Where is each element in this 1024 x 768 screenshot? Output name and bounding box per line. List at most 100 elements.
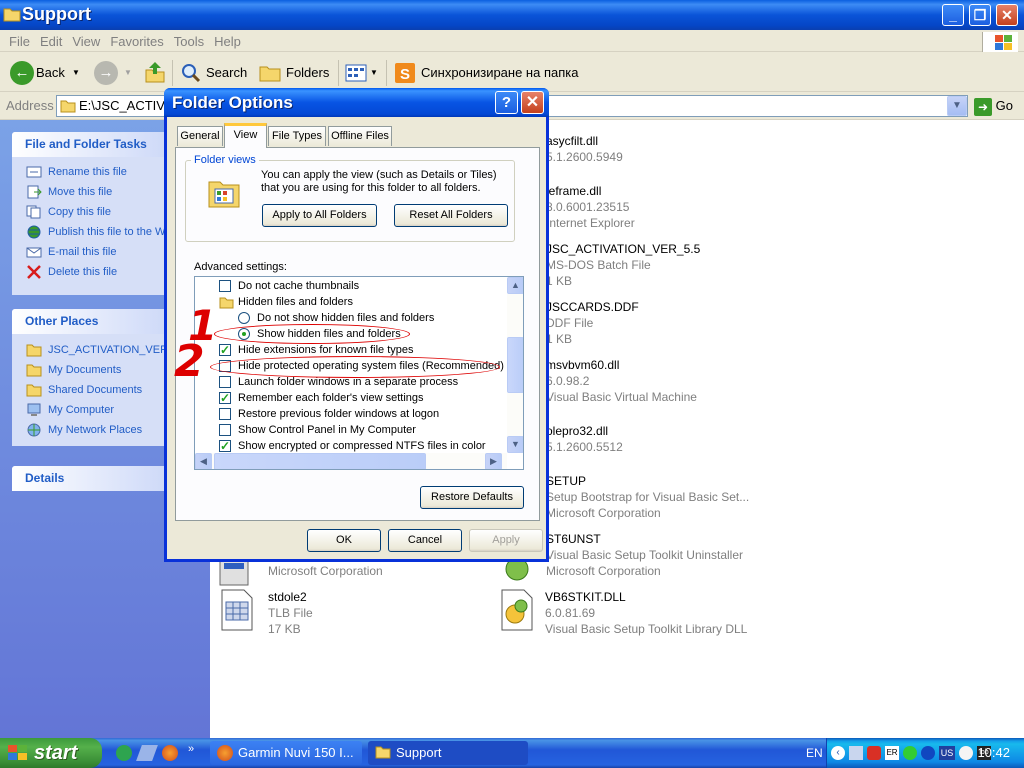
maximize-button[interactable]: ❐ xyxy=(969,4,991,26)
checkbox[interactable] xyxy=(219,408,231,420)
tab-offline-files[interactable]: Offline Files xyxy=(328,126,392,146)
file-detail: 5.1.2600.5949 xyxy=(546,150,623,164)
tray-expand-icon[interactable]: ‹ xyxy=(831,746,845,760)
file-item[interactable]: SETUP Setup Bootstrap for Visual Basic Se… xyxy=(546,473,749,521)
views-icon xyxy=(345,64,367,82)
go-button[interactable]: ➜ Go xyxy=(974,96,1013,116)
sync-folder-button[interactable]: S Синхронизиране на папка xyxy=(394,60,584,86)
restore-defaults-button[interactable]: Restore Defaults xyxy=(420,486,524,509)
checkbox[interactable] xyxy=(219,438,231,454)
network-icon xyxy=(27,423,41,437)
up-folder-button[interactable] xyxy=(144,60,168,86)
vertical-scrollbar[interactable]: ▲ ▼ xyxy=(507,277,523,453)
file-item[interactable]: asycfilt.dll 5.1.2600.5949 xyxy=(546,133,623,165)
scroll-up-arrow-icon[interactable]: ▲ xyxy=(507,277,523,294)
tray-shield-icon[interactable] xyxy=(867,746,881,760)
file-name: stdole2 xyxy=(268,590,307,604)
folder-icon xyxy=(26,384,42,397)
folders-button[interactable]: Folders xyxy=(258,60,334,86)
language-indicator[interactable]: EN xyxy=(806,746,823,760)
cancel-button[interactable]: Cancel xyxy=(388,529,462,552)
tray-opera-icon[interactable] xyxy=(959,746,973,760)
menu-tools[interactable]: Tools xyxy=(169,30,209,49)
file-item[interactable]: JSCCARDS.DDF DDF File 1 KB xyxy=(546,299,639,347)
menu-view[interactable]: View xyxy=(67,30,105,49)
radio-button[interactable] xyxy=(238,312,250,324)
apply-button: Apply xyxy=(469,529,543,552)
folder-icon xyxy=(26,344,42,357)
forward-button[interactable]: → ▼ xyxy=(92,60,132,86)
minimize-button[interactable]: _ xyxy=(942,4,964,26)
quicklaunch-more-icon[interactable]: » xyxy=(188,743,194,755)
ok-button[interactable]: OK xyxy=(307,529,381,552)
tab-view[interactable]: View xyxy=(224,123,267,148)
email-icon xyxy=(26,247,42,258)
menu-file[interactable]: File xyxy=(0,30,35,49)
close-button[interactable]: ✕ xyxy=(996,4,1018,26)
file-item[interactable]: Microsoft Corporation xyxy=(268,563,383,579)
dialog-title: Folder Options xyxy=(164,88,549,117)
dll-file-icon xyxy=(501,589,533,631)
checkbox[interactable] xyxy=(219,424,231,436)
taskbar-task-garmin[interactable]: Garmin Nuvi 150 I... xyxy=(210,741,362,765)
file-name: olepro32.dll xyxy=(546,424,609,438)
checkbox[interactable] xyxy=(219,376,231,388)
chevron-down-icon[interactable]: ▼ xyxy=(72,60,80,86)
checkbox[interactable] xyxy=(219,390,231,406)
file-item[interactable]: olepro32.dll 5.1.2600.5512 xyxy=(546,423,623,455)
dialog-close-button[interactable]: ✕ xyxy=(521,91,544,114)
link-label: JSC_ACTIVATION_VER_ xyxy=(48,344,175,356)
chevron-down-icon: ▼ xyxy=(370,68,378,77)
windows-logo-icon xyxy=(982,32,1018,52)
file-detail: Microsoft Corporation xyxy=(546,564,661,578)
file-detail: TLB File xyxy=(268,606,313,620)
scroll-thumb[interactable] xyxy=(507,337,523,393)
tab-file-types[interactable]: File Types xyxy=(268,126,326,146)
folder-views-description: You can apply the view (such as Details … xyxy=(261,169,497,194)
file-item[interactable]: VB6STKIT.DLL 6.0.81.69 Visual Basic Setup … xyxy=(545,589,747,637)
quicklaunch-utorrent-icon[interactable] xyxy=(116,745,132,761)
menu-help[interactable]: Help xyxy=(209,30,246,49)
checkbox[interactable] xyxy=(219,280,231,292)
address-dropdown-button[interactable]: ▼ xyxy=(947,96,967,116)
tray-network-icon[interactable] xyxy=(849,746,863,760)
file-item[interactable]: stdole2 TLB File 17 KB xyxy=(268,589,313,637)
link-label: Copy this file xyxy=(48,206,111,218)
start-button[interactable]: start xyxy=(0,738,102,768)
firefox-icon xyxy=(217,745,233,761)
clock: 10:42 xyxy=(977,745,1010,760)
file-item[interactable]: JSC_ACTIVATION_VER_5.5 MS-DOS Batch File 1… xyxy=(546,241,700,289)
file-item[interactable]: msvbvm60.dll 6.0.98.2 Visual Basic Virtual… xyxy=(546,357,697,405)
scroll-right-arrow-icon[interactable]: ▶ xyxy=(485,453,502,469)
menu-favorites[interactable]: Favorites xyxy=(105,30,168,49)
quicklaunch-firefox-icon[interactable] xyxy=(162,745,178,761)
apply-to-all-folders-button[interactable]: Apply to All Folders xyxy=(262,204,377,227)
file-item[interactable]: ieframe.dll 8.0.6001.23515 Internet Explor… xyxy=(546,183,635,231)
tray-bluetooth-icon[interactable] xyxy=(921,746,935,760)
checkbox[interactable] xyxy=(219,342,231,358)
link-label: My Network Places xyxy=(48,424,143,436)
help-button[interactable]: ? xyxy=(495,91,518,114)
views-button[interactable]: ▼ xyxy=(345,60,381,86)
menu-edit[interactable]: Edit xyxy=(35,30,67,49)
taskbar-task-support[interactable]: Support xyxy=(368,741,528,765)
scroll-down-arrow-icon[interactable]: ▼ xyxy=(507,436,523,453)
file-name: msvbvm60.dll xyxy=(546,358,620,372)
tray-utorrent-icon[interactable] xyxy=(903,746,917,760)
search-button[interactable]: Search xyxy=(180,60,250,86)
scroll-left-arrow-icon[interactable]: ◀ xyxy=(195,453,212,469)
file-item[interactable]: ST6UNST Visual Basic Setup Toolkit Uninst… xyxy=(546,531,743,579)
taskbar: start » Garmin Nuvi 150 I... Support EN … xyxy=(0,738,1024,768)
reset-all-folders-button[interactable]: Reset All Folders xyxy=(394,204,508,227)
tray-keyboard-icon[interactable]: ER xyxy=(885,746,899,760)
file-name: ST6UNST xyxy=(546,532,601,546)
file-name: asycfilt.dll xyxy=(546,134,599,148)
back-button[interactable]: ← Back ▼ xyxy=(8,60,80,86)
horizontal-scrollbar[interactable]: ◀ ▶ xyxy=(195,453,507,469)
quicklaunch-email-icon[interactable] xyxy=(136,745,158,761)
scroll-thumb[interactable] xyxy=(214,453,426,469)
tray-us-flag-icon[interactable]: US xyxy=(939,746,955,760)
tab-general[interactable]: General xyxy=(177,126,223,146)
toolbar-separator xyxy=(386,60,387,86)
file-detail: 6.0.81.69 xyxy=(545,606,596,620)
